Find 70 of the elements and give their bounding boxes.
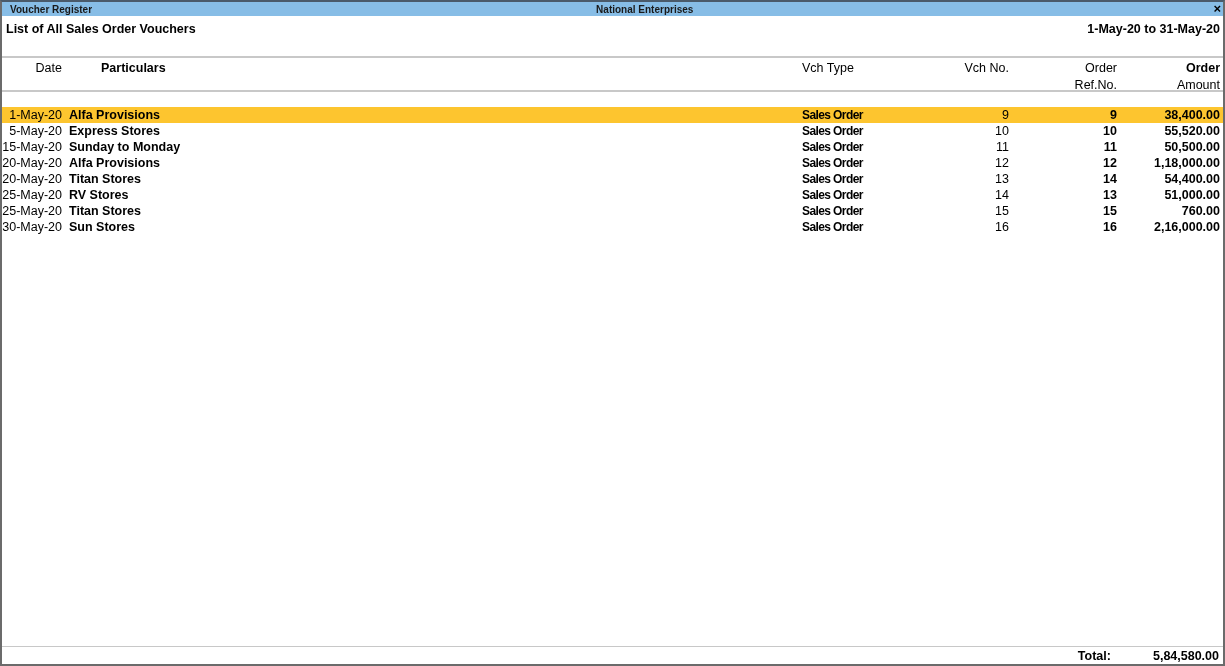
total-label: Total:	[1077, 648, 1111, 663]
table-cell-text: 13	[994, 171, 1009, 187]
table-cell-text: 5-May-20	[8, 123, 62, 139]
column-header: Vch No.	[963, 60, 1009, 76]
table-row[interactable]: 5-May-20 Express Stores Sales Order 10 10 55,520.00	[2, 123, 1223, 139]
close-button[interactable]: ×	[1213, 3, 1221, 15]
report-title: List of All Sales Order Vouchers	[6, 22, 196, 38]
table-cell-text: RV Stores	[68, 187, 130, 203]
table-cell-text: Sales Order	[802, 107, 865, 123]
table-cell-text: 55,520.00	[1163, 123, 1220, 139]
table-cell-text: 11	[995, 139, 1009, 155]
table-row[interactable]: 25-May-20 Titan Stores Sales Order 15 15 760.00	[2, 203, 1223, 219]
table-cell: 20-May-20	[2, 171, 62, 187]
column-header: Vch Type	[802, 60, 855, 76]
table-row[interactable]: 20-May-20 Alfa Provisions Sales Order 12 12 1,18,000.00	[2, 155, 1223, 171]
table-cell-text: 13	[1102, 187, 1117, 203]
table-cell-text: 14	[994, 187, 1009, 203]
table-cell-text: 11	[1102, 139, 1117, 155]
table-cell: 25-May-20	[2, 203, 62, 219]
table-cell-text: 2,16,000.00	[1152, 219, 1220, 235]
table-cell-text: Alfa Provisions	[68, 155, 161, 171]
table-cell: 25-May-20	[2, 187, 62, 203]
table-cell: 20-May-20	[2, 155, 62, 171]
company-name: National Enterprises	[596, 3, 694, 15]
table-cell-text: 12	[1102, 155, 1117, 171]
table-cell-text: Sun Stores	[68, 219, 136, 235]
table-cell-text: Sales Order	[802, 139, 865, 155]
table-cell-text: 15	[1102, 203, 1117, 219]
table-cell-text: Alfa Provisions	[68, 107, 161, 123]
column-header: Particulars	[100, 60, 167, 76]
column-header: Order	[1185, 60, 1220, 77]
table-cell-text: 14	[1102, 171, 1117, 187]
table-cell-text: 15	[994, 203, 1009, 219]
table-cell-text: Titan Stores	[68, 171, 142, 187]
table-cell-text: Express Stores	[68, 123, 162, 139]
table-cell-text: 10	[1102, 123, 1117, 139]
window-title: Voucher Register	[10, 3, 93, 15]
table-row[interactable]: 1-May-20 Alfa Provisions Sales Order 9 9 38,400.00	[2, 107, 1223, 123]
table-row[interactable]: 30-May-20 Sun Stores Sales Order 16 16 2,16,000.00	[2, 219, 1223, 235]
table-cell-text: 38,400.00	[1163, 107, 1220, 123]
report-period: 1-May-20 to 31-May-20	[1087, 22, 1220, 38]
table-cell-text: 54,400.00	[1163, 171, 1220, 187]
table-cell-text: 9	[1109, 107, 1117, 123]
table-cell-text: 16	[994, 219, 1009, 235]
table-cell-text: 1-May-20	[8, 107, 62, 123]
table-cell-text: Sunday to Monday	[68, 139, 182, 155]
table-cell-text: 1,18,000.00	[1152, 155, 1220, 171]
table-cell-text: 760.00	[1180, 203, 1220, 219]
table-cell: 30-May-20	[2, 219, 62, 235]
table-cell-text: 51,000.00	[1163, 187, 1220, 203]
table-cell-text: 10	[994, 123, 1009, 139]
table-cell-text: 16	[1102, 219, 1117, 235]
table-cell: 15-May-20	[2, 139, 62, 155]
table-cell-text: Sales Order	[802, 219, 865, 235]
table-row[interactable]: 25-May-20 RV Stores Sales Order 14 13 51,000.00	[2, 187, 1223, 203]
column-header: Order Ref.No.	[1073, 60, 1117, 94]
table-row[interactable]: 15-May-20 Sunday to Monday Sales Order 11 11 50,500.00	[2, 139, 1223, 155]
column-header: Amount	[1176, 77, 1220, 94]
table-cell-text: Titan Stores	[68, 203, 142, 219]
table-cell-text: 50,500.00	[1163, 139, 1220, 155]
column-header: Date	[34, 60, 62, 76]
table-cell-text: 12	[994, 155, 1009, 171]
table-cell-text: Sales Order	[802, 155, 865, 171]
table-cell-text: Sales Order	[802, 187, 865, 203]
table-cell-text: Sales Order	[802, 203, 865, 219]
total-amount: 5,84,580.00	[1152, 648, 1219, 663]
table-cell-text: Sales Order	[802, 171, 865, 187]
table-cell-text: 9	[1001, 107, 1009, 123]
table-row[interactable]: 20-May-20 Titan Stores Sales Order 13 14 54,400.00	[2, 171, 1223, 187]
table-cell-text: Sales Order	[802, 123, 865, 139]
